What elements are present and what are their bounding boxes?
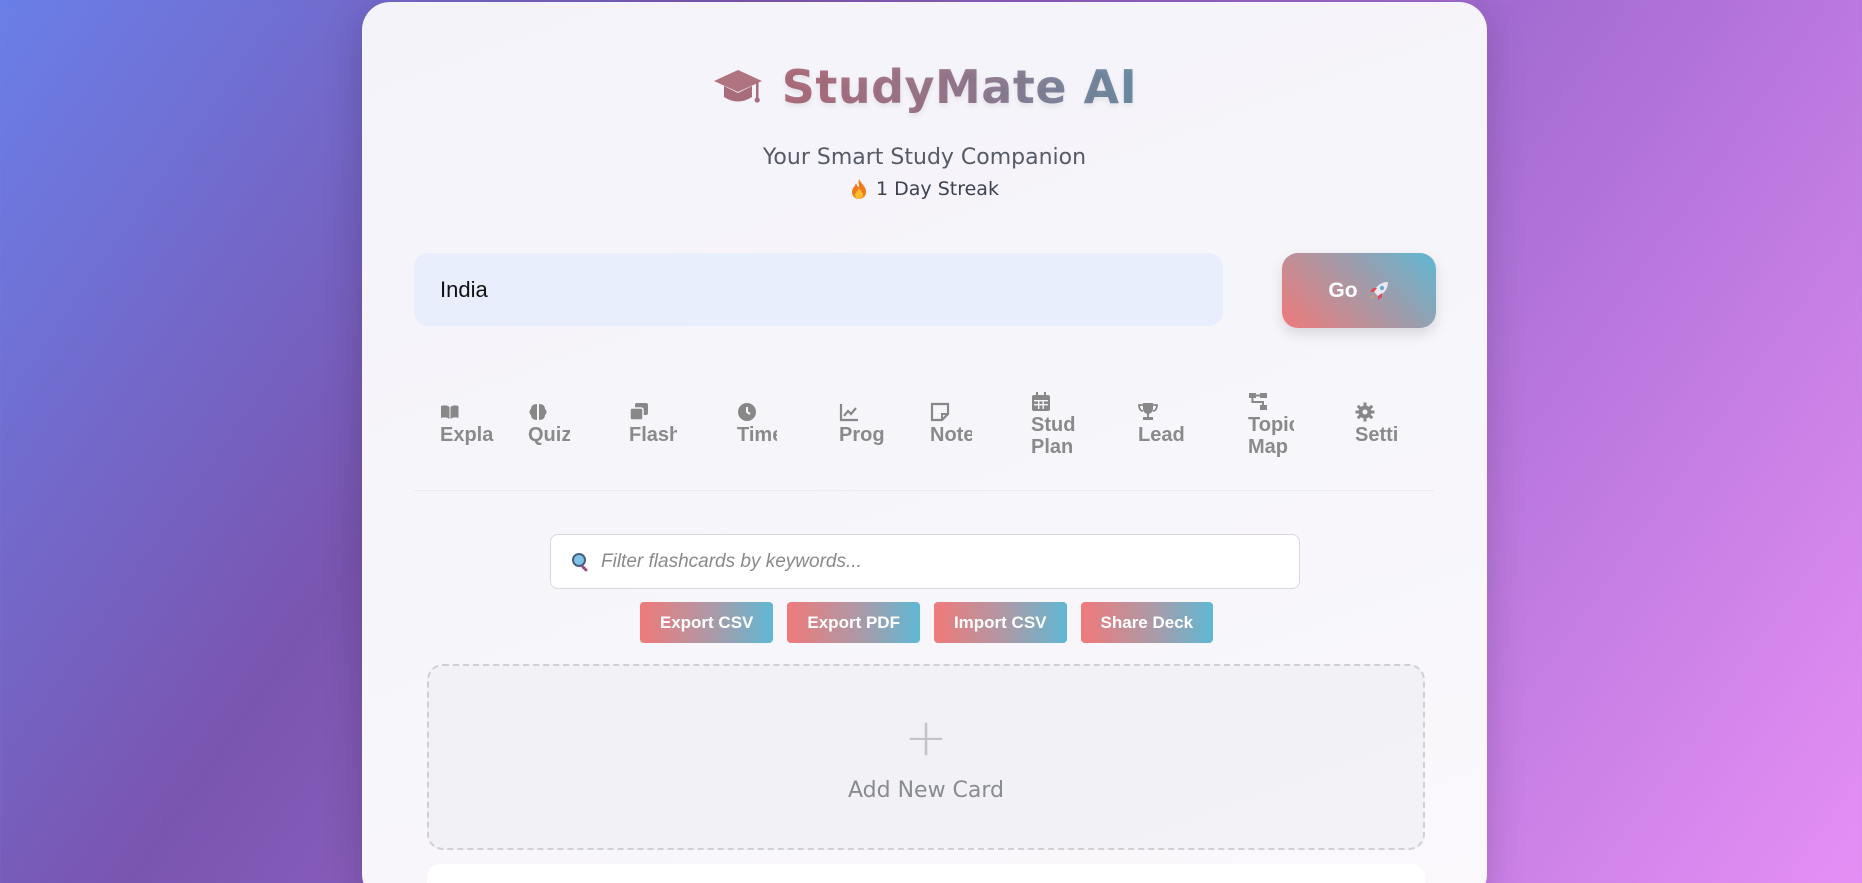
brain-icon xyxy=(529,404,547,420)
app-subtitle: Your Smart Study Companion xyxy=(762,145,1087,170)
tab-flashcards[interactable]: Flash xyxy=(629,402,677,446)
topic-input[interactable] xyxy=(414,253,1223,326)
flashcard-item[interactable] xyxy=(427,864,1425,883)
tab-notes[interactable]: Note xyxy=(930,402,972,446)
book-icon xyxy=(441,405,459,419)
go-label: Go xyxy=(1328,278,1358,302)
tab-quiz[interactable]: Quiz xyxy=(528,402,570,446)
export-pdf-button[interactable]: Export PDF xyxy=(787,602,920,643)
sitemap-icon xyxy=(1249,393,1267,410)
tab-timer[interactable]: Time xyxy=(737,402,777,446)
filter-input[interactable] xyxy=(601,550,1261,573)
clock-icon xyxy=(738,403,756,421)
cards-icon xyxy=(629,403,648,421)
app-header: StudyMate AI xyxy=(362,60,1487,114)
tab-study-plan[interactable]: Stud Plan xyxy=(1031,392,1077,458)
add-new-card[interactable]: + Add New Card xyxy=(427,664,1425,850)
tab-progress[interactable]: Prog xyxy=(839,402,887,446)
feature-tabs: Expla Quiz Flash Time Prog Note Stud Pla… xyxy=(414,392,1438,462)
flashcard-filter xyxy=(550,534,1300,589)
chart-line-icon xyxy=(839,404,858,422)
main-card: StudyMate AI Your Smart Study Companion … xyxy=(362,2,1487,883)
app-title: StudyMate AI xyxy=(781,60,1138,114)
share-deck-button[interactable]: Share Deck xyxy=(1080,602,1214,643)
tab-leaderboard[interactable]: Lead xyxy=(1138,402,1188,446)
graduation-cap-icon xyxy=(713,70,762,103)
add-card-label: Add New Card xyxy=(847,777,1005,803)
calendar-icon xyxy=(1032,392,1050,411)
magnifier-icon xyxy=(572,552,588,572)
streak-badge: 1 Day Streak xyxy=(362,178,1487,200)
import-csv-button[interactable]: Import CSV xyxy=(933,602,1067,643)
tab-topic-map[interactable]: Topic Map xyxy=(1248,392,1294,458)
fire-icon xyxy=(852,179,867,199)
plus-icon: + xyxy=(904,707,948,768)
rocket-icon xyxy=(1369,281,1388,300)
go-button[interactable]: Go xyxy=(1282,253,1436,328)
tabs-divider xyxy=(414,490,1434,491)
tab-settings[interactable]: Setti xyxy=(1355,402,1399,446)
streak-label: 1 Day Streak xyxy=(876,178,999,200)
gear-icon xyxy=(1355,402,1375,422)
deck-actions: Export CSV Export PDF Import CSV Share D… xyxy=(362,602,1487,643)
note-icon xyxy=(930,402,950,422)
export-csv-button[interactable]: Export CSV xyxy=(639,602,774,643)
tab-explain[interactable]: Expla xyxy=(440,402,500,446)
trophy-icon xyxy=(1138,403,1158,420)
